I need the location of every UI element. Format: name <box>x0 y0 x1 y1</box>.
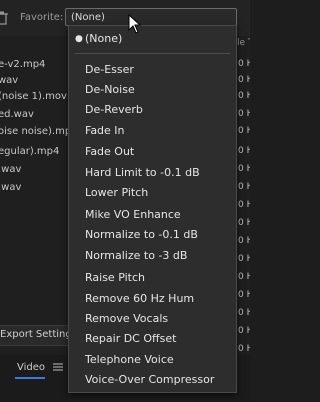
menu-item[interactable]: Lower Pitch <box>69 184 236 202</box>
table-cell: 0 H <box>238 326 250 336</box>
file-list-item[interactable]: .wav <box>0 164 21 180</box>
right-column: le T 0 H 0 H 0 H 0 H 0 H 0 H 0 H 0 H 0 H… <box>237 36 250 354</box>
cursor-icon <box>128 14 142 34</box>
menu-separator <box>75 53 230 54</box>
file-list-item[interactable]: oise noise).mp <box>0 126 68 142</box>
favorite-label: Favorite: <box>20 12 64 23</box>
table-cell: 0 H <box>238 218 250 228</box>
table-cell: 0 H <box>238 109 250 119</box>
file-list-item[interactable]: egular).mp4 <box>0 146 59 162</box>
menu-item[interactable]: Repair DC Offset <box>69 330 236 348</box>
table-cell: 0 H <box>238 75 250 85</box>
export-settings-button[interactable]: Export Setting <box>0 329 72 340</box>
export-settings-bar: Export Setting <box>0 325 72 346</box>
table-cell: 0 H <box>238 146 250 156</box>
menu-item[interactable]: Normalize to -0.1 dB <box>69 226 236 244</box>
menu-item[interactable]: Fade In <box>69 122 236 140</box>
table-cell: 0 H <box>238 200 250 210</box>
bullet-icon: ● <box>75 34 83 44</box>
table-cell: 0 H <box>238 308 250 318</box>
file-list-item[interactable]: e-v2.mp4 <box>0 59 45 75</box>
menu-lines-icon[interactable] <box>53 363 63 371</box>
file-list: e-v2.mp4 wav (noise 1).mov ed.wav oise n… <box>0 36 68 354</box>
table-cell: 0 H <box>238 164 250 174</box>
menu-item[interactable]: Fade Out <box>69 143 236 161</box>
menu-item[interactable]: De-Noise <box>69 81 236 99</box>
file-list-item[interactable]: .wav <box>0 182 21 198</box>
trash-icon[interactable] <box>0 11 8 25</box>
table-cell: 0 H <box>238 290 250 300</box>
favorite-dropdown[interactable]: (None) <box>65 8 237 26</box>
table-cell: 0 H <box>238 91 250 101</box>
favorite-dropdown-menu: ● (None) De-Esser De-Noise De-Reverb Fad… <box>68 25 237 393</box>
menu-item[interactable]: Raise Pitch <box>69 269 236 287</box>
menu-item[interactable]: De-Reverb <box>69 101 236 119</box>
menu-item-label: (None) <box>85 32 123 45</box>
file-list-item[interactable]: ed.wav <box>0 109 34 125</box>
menu-item[interactable]: Telephone Voice <box>69 351 236 369</box>
table-cell: 0 H <box>238 59 250 69</box>
menu-item[interactable]: Voice-Over Compressor <box>69 371 236 389</box>
file-list-item[interactable]: wav <box>0 75 18 91</box>
menu-item[interactable]: Mike VO Enhance <box>69 206 236 224</box>
table-cell: 0 H <box>238 254 250 264</box>
tab-video[interactable]: Video <box>17 362 45 373</box>
menu-item[interactable]: Remove Vocals <box>69 310 236 328</box>
column-header[interactable]: le T <box>237 38 250 48</box>
file-list-item[interactable]: (noise 1).mov <box>0 91 67 107</box>
table-cell: 0 H <box>238 344 250 354</box>
table-cell: 0 H <box>238 126 250 136</box>
table-cell: 0 H <box>238 236 250 246</box>
tab-active-indicator <box>15 377 45 379</box>
menu-item[interactable]: Remove 60 Hz Hum <box>69 290 236 308</box>
menu-item-none[interactable]: ● (None) <box>69 30 236 48</box>
menu-item[interactable]: Hard Limit to -0.1 dB <box>69 164 236 182</box>
table-cell: 0 H <box>238 272 250 282</box>
menu-item[interactable]: De-Esser <box>69 61 236 79</box>
menu-item[interactable]: Normalize to -3 dB <box>69 247 236 265</box>
table-cell: 0 H <box>238 182 250 192</box>
